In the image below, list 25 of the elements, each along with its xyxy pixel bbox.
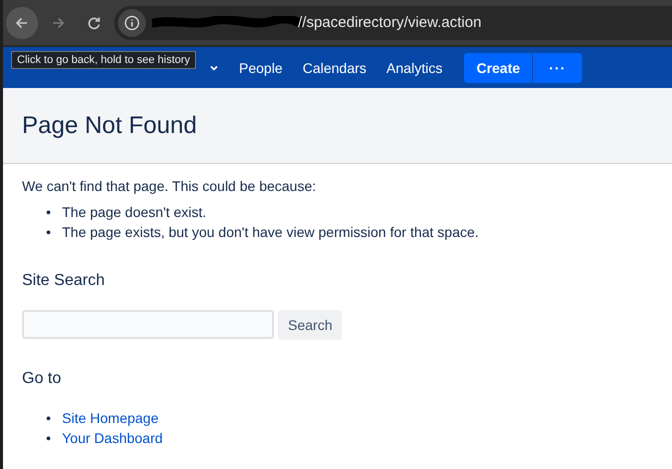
more-button[interactable]: ···: [533, 52, 582, 82]
section-heading: Site Search: [22, 272, 106, 290]
page-title: Page Not Found: [22, 112, 197, 140]
create-button[interactable]: Create: [464, 52, 532, 82]
reason-item: The page doesn't exist.: [62, 203, 206, 222]
bullet: •: [46, 223, 52, 242]
reload-icon: [86, 14, 102, 30]
back-button[interactable]: [6, 6, 38, 38]
nav-link[interactable]: Analytics: [378, 54, 450, 82]
search-field[interactable]: [22, 310, 274, 339]
info-icon: [124, 14, 140, 30]
address-bar[interactable]: //spacedirectory/view.action: [114, 6, 672, 40]
bullet: •: [46, 409, 52, 428]
section-heading: Go to: [22, 370, 62, 388]
reason-item: The page exists, but you don't have view permission for that space.: [62, 223, 479, 242]
tooltip: Click to go back, hold to see history: [11, 51, 196, 69]
link[interactable]: Your Dashboard: [62, 428, 163, 448]
url-text: //spacedirectory/view.action: [298, 14, 482, 31]
search-button[interactable]: Search: [278, 310, 342, 340]
nav-link[interactable]: Calendars: [294, 54, 374, 82]
nav-link[interactable]: People: [231, 54, 291, 82]
bullet: •: [46, 429, 52, 448]
bullet: •: [46, 203, 52, 222]
link[interactable]: Site Homepage: [62, 408, 159, 428]
intro-text: We can't find that page. This could be because:: [22, 178, 318, 194]
